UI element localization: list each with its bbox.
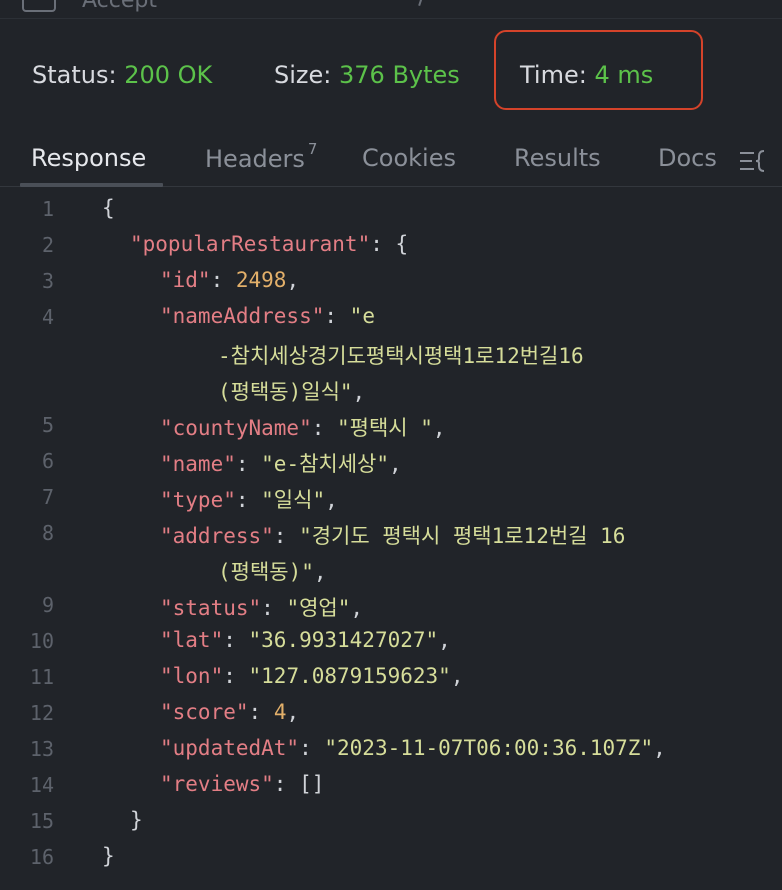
code-line: } [102,844,115,868]
code-line: "updatedAt": "2023-11-07T06:00:36.107Z", [160,736,666,760]
time-value: 4 ms [594,61,654,89]
code-line: "lat": "36.9931427027", [160,628,451,652]
code-line-wrap: (평택동)일식", [218,380,366,404]
tab-headers[interactable]: Headers 7 [205,140,317,173]
line-number: 4 [41,305,54,329]
code-line: "nameAddress": "e [160,304,375,328]
line-number: 6 [41,449,54,473]
code-line: "name": "e-참치세상", [160,452,402,476]
time-label: Time: [520,61,587,89]
line-number: 16 [29,845,54,869]
code-line: "reviews": [] [160,772,325,796]
line-number: 7 [41,485,54,509]
code-line: "address": "경기도 평택시 평택1로12번길 16 [160,524,626,548]
line-number: 11 [29,665,54,689]
line-number: 10 [29,629,54,653]
line-number: 3 [41,269,54,293]
headers-count-badge: 7 [307,140,318,158]
line-number: 15 [29,809,54,833]
tab-docs[interactable]: Docs [658,144,717,172]
code-line: "type": "일식", [160,488,338,512]
request-headers-strip: Accept [0,0,782,19]
header-key-fragment: Accept [82,0,157,13]
response-status-bar: Status: 200 OK Size: 376 Bytes Time: 4 m… [0,30,782,114]
line-number: 13 [29,737,54,761]
divider-mark [418,0,424,7]
status-indicator: Status: 200 OK [32,61,212,89]
tab-headers-label: Headers [205,145,305,173]
size-indicator: Size: 376 Bytes [274,61,460,89]
size-label: Size: [274,61,332,89]
active-tab-indicator [20,183,163,187]
code-line: "id": 2498, [160,268,300,292]
code-line: "score": 4, [160,700,300,724]
code-line: } [130,808,143,832]
code-line: "status": "영업", [160,596,364,620]
code-line: { [102,196,115,220]
size-value: 376 Bytes [339,61,460,89]
code-line: "lon": "127.0879159623", [160,664,464,688]
time-indicator: Time: 4 ms [520,61,653,89]
code-line-wrap: -참치세상경기도평택시평택1로12번길16 [218,344,584,368]
tab-results[interactable]: Results [514,144,601,172]
line-number: 2 [41,233,54,257]
line-number: 9 [41,593,54,617]
tab-response[interactable]: Response [31,144,146,172]
line-number: 5 [41,413,54,437]
status-value: 200 OK [124,61,213,89]
response-tabs: Response Headers 7 Cookies Results Docs [0,136,782,187]
code-line: "countyName": "평택시 ", [160,416,446,440]
line-number: 8 [41,521,54,545]
line-number: 1 [41,197,54,221]
tab-cookies[interactable]: Cookies [362,144,456,172]
line-number: 12 [29,701,54,725]
code-line-wrap: (평택동)", [218,560,327,584]
code-line: "popularRestaurant": { [130,232,409,256]
status-label: Status: [32,61,117,89]
wrap-lines-icon[interactable] [738,148,782,174]
line-number: 14 [29,773,54,797]
checkbox-icon[interactable] [22,0,56,12]
